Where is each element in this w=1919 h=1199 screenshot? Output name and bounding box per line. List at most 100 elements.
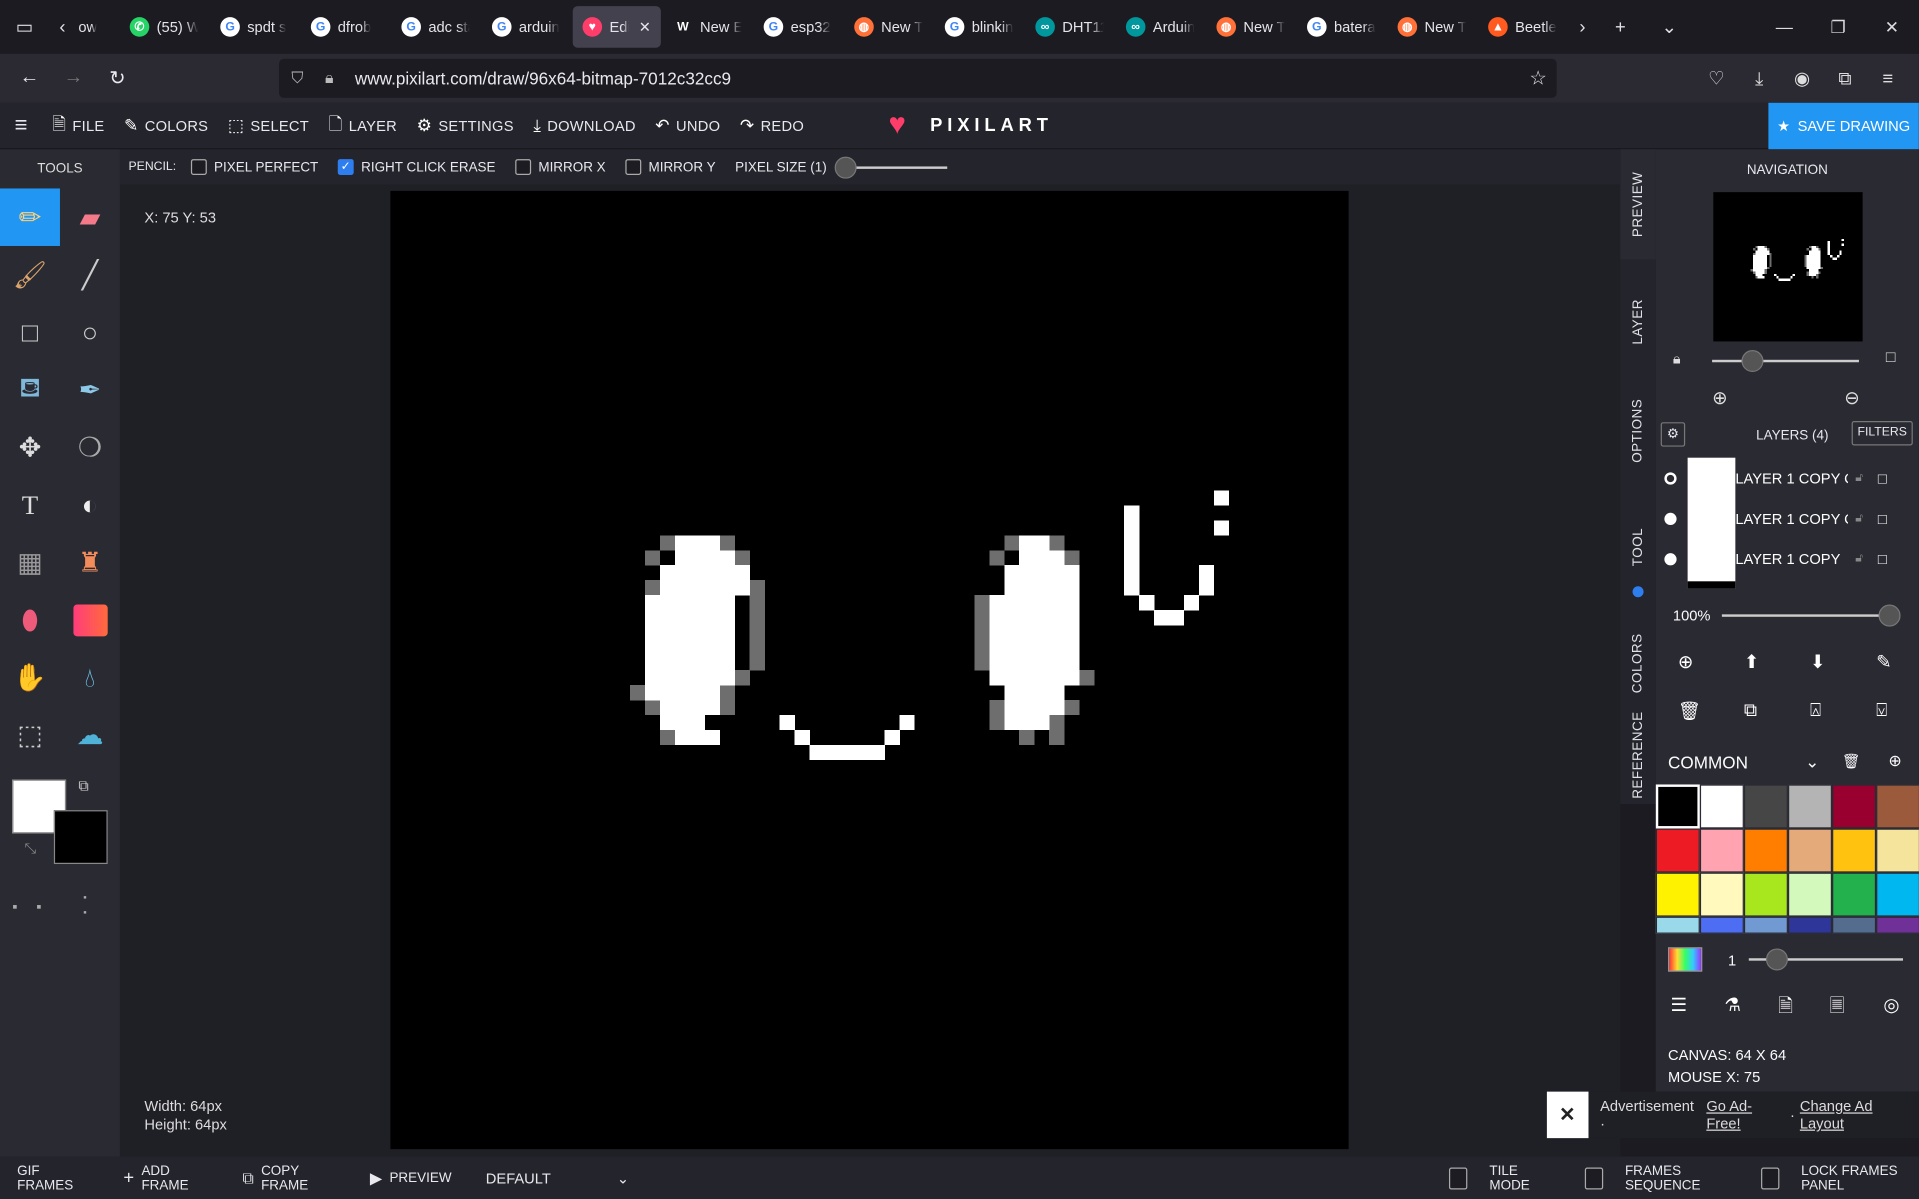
layer-lock-icon[interactable]: 🔓︎ [1855, 512, 1863, 525]
palette-swatch[interactable] [1876, 784, 1919, 829]
side-tab-options[interactable]: OPTIONS [1620, 376, 1655, 486]
palette-swatch[interactable] [1655, 916, 1700, 934]
close-ad-icon[interactable]: ✕ [1546, 1091, 1588, 1139]
frames-sequence-checkbox[interactable] [1584, 1166, 1603, 1189]
pixel-perfect-option[interactable]: PIXEL PERFECT [190, 159, 318, 176]
eyedropper-icon[interactable]: ✒ [60, 361, 120, 419]
layer-select-checkbox[interactable]: □ [1878, 550, 1887, 567]
default-select[interactable]: DEFAULT ⌄ [486, 1169, 629, 1186]
flask-icon[interactable]: ⚗ [1724, 994, 1740, 1016]
filters-button[interactable]: FILTERS [1851, 420, 1913, 446]
lighten-icon[interactable]: ◐ [60, 476, 120, 534]
side-tab-tool[interactable]: TOOL [1620, 492, 1655, 602]
tab-list-icon[interactable]: ▭ [0, 0, 49, 54]
fit-screen-icon[interactable]: □ [1886, 348, 1896, 366]
palette-swatch[interactable] [1699, 872, 1744, 917]
lasso-icon[interactable]: ❍ [60, 419, 120, 477]
layer-settings-icon[interactable]: ⚙ [1660, 422, 1686, 447]
lock-frames-checkbox[interactable] [1760, 1166, 1780, 1189]
right-click-erase-option[interactable]: ✓ RIGHT CLICK ERASE [337, 159, 496, 176]
rectangle-icon[interactable]: □ [0, 304, 60, 362]
opacity-slider-knob[interactable] [1878, 604, 1901, 627]
tab-scroll-left-icon[interactable]: ‹ [49, 0, 76, 54]
move-icon[interactable]: ✥ [0, 419, 60, 477]
merge-up-icon[interactable]: ⍓ [1810, 700, 1821, 721]
music-file-icon[interactable]: 🗏︎ [1830, 994, 1845, 1025]
merge-down-icon[interactable]: ⍌ [1876, 700, 1887, 721]
brush-size-slider[interactable] [1748, 948, 1904, 971]
palette-swatch[interactable] [1876, 872, 1919, 917]
file-export-icon[interactable]: 🗎︎ [1778, 994, 1793, 1025]
browser-tab[interactable]: W New E [663, 6, 751, 48]
shield-icon[interactable]: ⛉ [284, 69, 311, 89]
list-icon[interactable]: ☰ [1670, 994, 1686, 1016]
line-icon[interactable]: ╱ [60, 246, 120, 304]
copy-frame-button[interactable]: ⧉ COPY FRAME [242, 1163, 333, 1192]
palette-swatch[interactable] [1832, 872, 1877, 917]
delete-layer-icon[interactable]: 🗑︎ [1678, 700, 1701, 722]
side-tab-colors[interactable]: COLORS [1620, 608, 1655, 718]
mirror-y-option[interactable]: MIRROR Y [625, 159, 716, 176]
url-bar[interactable]: ⛉ 🔒︎ www.pixilart.com/draw/96x64-bitmap-… [279, 58, 1557, 98]
undo-button[interactable]: ↶ UNDO [646, 115, 731, 136]
right-click-erase-checkbox[interactable]: ✓ [337, 159, 354, 176]
browser-tab[interactable]: ✆ (55) W [120, 6, 208, 48]
account-icon[interactable]: ◉ [1781, 67, 1824, 90]
palette-swatch[interactable] [1699, 784, 1744, 829]
palette-swatch[interactable] [1876, 916, 1919, 934]
palette-swatch[interactable] [1787, 872, 1833, 917]
side-tab-preview[interactable]: PREVIEW [1620, 149, 1656, 260]
layer-lock-icon[interactable]: 🔓︎ [1855, 552, 1863, 565]
settings-menu[interactable]: ⚙ SETTINGS [407, 115, 524, 136]
url-text[interactable]: www.pixilart.com/draw/96x64-bitmap-7012c… [355, 69, 731, 89]
palette-swatch[interactable] [1787, 916, 1833, 934]
eraser-icon[interactable]: ▰ [60, 188, 120, 246]
bucket-icon[interactable]: ⛾ [0, 361, 60, 419]
palette-swatch[interactable] [1876, 828, 1919, 873]
select-menu[interactable]: ⬚ SELECT [218, 115, 319, 136]
zoom-slider-knob[interactable] [1741, 350, 1764, 373]
restore-icon[interactable]: ❐ [1811, 17, 1865, 38]
palette-swatch[interactable] [1743, 784, 1788, 829]
palette-swatch[interactable] [1699, 828, 1744, 873]
tile-mode-checkbox[interactable] [1449, 1166, 1468, 1189]
frames-sequence-option[interactable]: FRAMES SEQUENCE [1584, 1163, 1736, 1193]
rainbow-color-icon[interactable] [1668, 947, 1703, 972]
palette-swatch[interactable] [1787, 784, 1833, 829]
more-tools-icon[interactable]: ▪ ▪ [12, 898, 49, 915]
add-layer-icon[interactable]: ⊕ [1678, 651, 1693, 673]
pixel-size-knob[interactable] [834, 156, 857, 179]
lock-frames-option[interactable]: LOCK FRAMES PANEL [1760, 1163, 1919, 1193]
layer-visibility-toggle[interactable] [1664, 552, 1677, 565]
duplicate-layer-icon[interactable]: ⧉ [1744, 700, 1757, 721]
palette-dropdown-icon[interactable]: ⌄ [1805, 751, 1819, 772]
layer-name[interactable]: LAYER 1 COPY COPY [1735, 510, 1848, 527]
zoom-slider[interactable] [1712, 350, 1859, 373]
pixel-perfect-checkbox[interactable] [190, 159, 207, 176]
gif-frames-button[interactable]: GIF FRAMES [17, 1163, 87, 1192]
forward-icon[interactable]: → [51, 67, 95, 89]
reload-icon[interactable]: ↻ [95, 66, 139, 90]
colors-menu[interactable]: ✎ COLORS [114, 115, 218, 136]
color-replace-icon[interactable]: ⬮ [0, 591, 60, 649]
browser-tab[interactable]: Gbatera [1297, 6, 1385, 48]
minimize-icon[interactable]: — [1757, 17, 1811, 38]
browser-tab[interactable]: ♥ Edi ✕ [572, 6, 661, 48]
pocket-icon[interactable]: ♡ [1695, 67, 1738, 90]
side-tab-reference[interactable]: REFERENCE [1620, 706, 1655, 804]
layer-thumbnail[interactable] [1687, 457, 1736, 589]
tile-mode-option[interactable]: TILE MODE [1449, 1163, 1548, 1193]
tab-scroll-right-icon[interactable]: › [1569, 0, 1596, 54]
tab-overflow-icon[interactable]: ⌄ [1645, 0, 1694, 54]
pixel-size-slider[interactable] [834, 156, 947, 179]
move-layer-down-icon[interactable]: ⬇ [1810, 651, 1825, 673]
bookmark-star-icon[interactable]: ☆ [1529, 66, 1547, 90]
canvas-art[interactable] [390, 191, 1348, 1149]
go-ad-free-link[interactable]: Go Ad-Free! [1706, 1098, 1785, 1132]
browser-tab[interactable]: ▲ Beetle [1478, 6, 1566, 48]
close-window-icon[interactable]: ✕ [1865, 17, 1919, 38]
palette-swatch[interactable] [1699, 916, 1744, 934]
palette-swatch[interactable] [1832, 784, 1877, 829]
mirror-x-checkbox[interactable] [515, 159, 532, 176]
download-menu[interactable]: ⤓ DOWNLOAD [524, 115, 646, 136]
